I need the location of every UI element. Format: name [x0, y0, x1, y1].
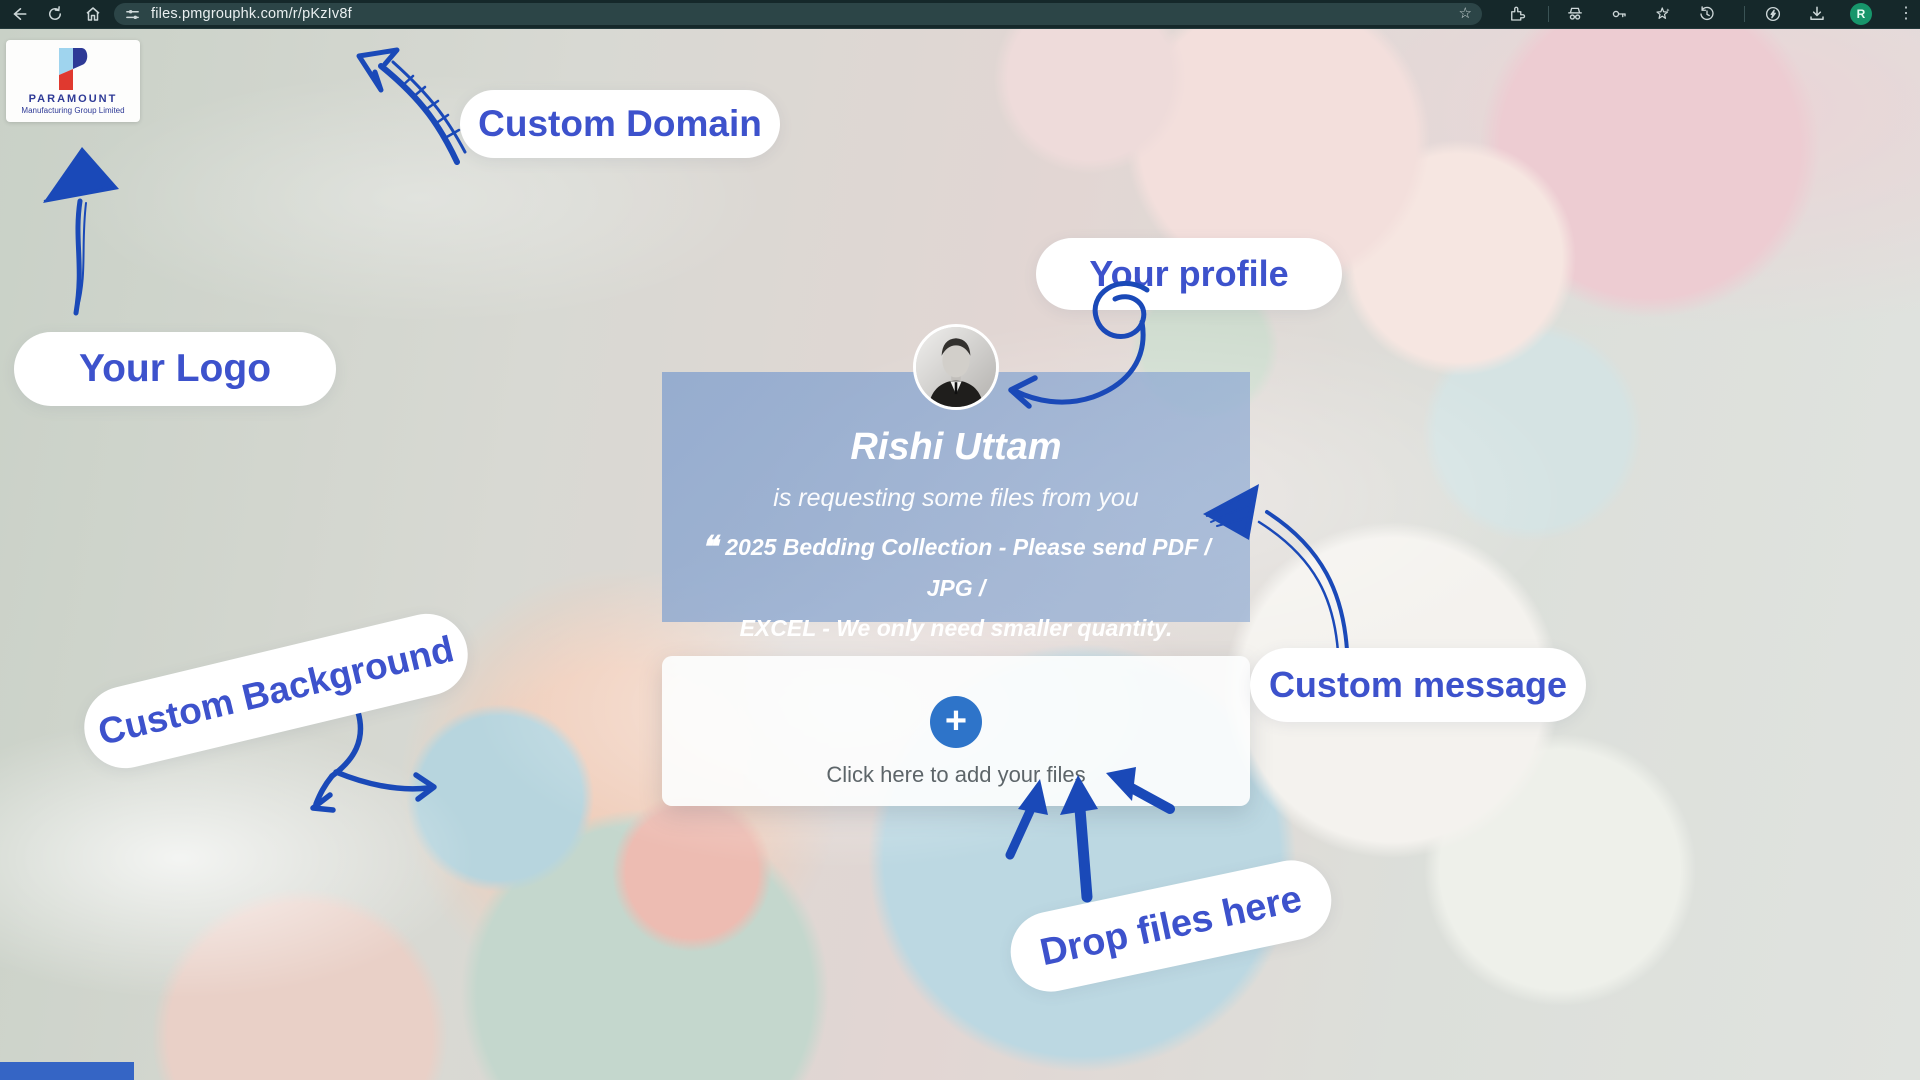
company-logo: PARAMOUNT Manufacturing Group Limited — [6, 40, 140, 122]
logo-subtitle-text: Manufacturing Group Limited — [21, 106, 124, 115]
custom-domain-arrow — [345, 42, 475, 167]
bookmark-star-icon[interactable]: ☆ — [1459, 4, 1472, 24]
home-icon[interactable] — [84, 5, 102, 23]
annotation-custom-domain: Custom Domain — [460, 90, 780, 158]
your-profile-arrow — [995, 278, 1170, 418]
logo-name-text: PARAMOUNT — [29, 93, 118, 105]
leaf-extension-icon[interactable] — [1764, 5, 1782, 23]
portrait-photo — [916, 327, 996, 407]
back-icon[interactable] — [10, 5, 28, 23]
add-files-button[interactable]: + — [930, 696, 982, 748]
url-bar[interactable]: files.pmgrouphk.com/r/pKzIv8f ☆ — [114, 3, 1482, 25]
screenshot-stage: files.pmgrouphk.com/r/pKzIv8f ☆ R ⋮ — [0, 0, 1920, 1080]
request-subtitle: is requesting some files from you — [662, 486, 1250, 511]
refresh-icon[interactable] — [46, 5, 64, 23]
bottom-left-blue-strip — [0, 1062, 134, 1080]
sparkle-star-icon[interactable] — [1654, 5, 1672, 23]
toolbar-separator — [1548, 6, 1549, 22]
password-key-icon[interactable] — [1610, 5, 1628, 23]
your-logo-arrow — [35, 145, 125, 320]
drop-files-arrows — [990, 765, 1195, 910]
toolbar-separator — [1744, 6, 1745, 22]
kebab-menu-icon[interactable]: ⋮ — [1898, 2, 1914, 26]
quote-icon: ❝ — [701, 531, 717, 564]
download-icon[interactable] — [1808, 5, 1826, 23]
message-line-1: 2025 Bedding Collection - Please send PD… — [725, 534, 1211, 601]
url-text[interactable]: files.pmgrouphk.com/r/pKzIv8f — [151, 6, 352, 22]
extensions-icon[interactable] — [1508, 5, 1526, 23]
site-info-icon[interactable] — [125, 7, 140, 22]
paramount-p-icon — [58, 48, 88, 90]
browser-toolbar: files.pmgrouphk.com/r/pKzIv8f ☆ R ⋮ — [0, 0, 1920, 29]
custom-message-text: ❝2025 Bedding Collection - Please send P… — [686, 527, 1226, 648]
plus-icon: + — [945, 702, 967, 740]
history-icon[interactable] — [1698, 5, 1716, 23]
custom-message-arrow — [1195, 472, 1360, 657]
profile-avatar-button[interactable]: R — [1850, 3, 1872, 25]
message-line-2: EXCEL - We only need smaller quantity. — [686, 608, 1226, 648]
privacy-extension-icon[interactable] — [1566, 5, 1584, 23]
annotation-your-logo: Your Logo — [14, 332, 336, 406]
annotation-custom-message: Custom message — [1250, 648, 1586, 722]
requester-avatar — [913, 324, 999, 410]
